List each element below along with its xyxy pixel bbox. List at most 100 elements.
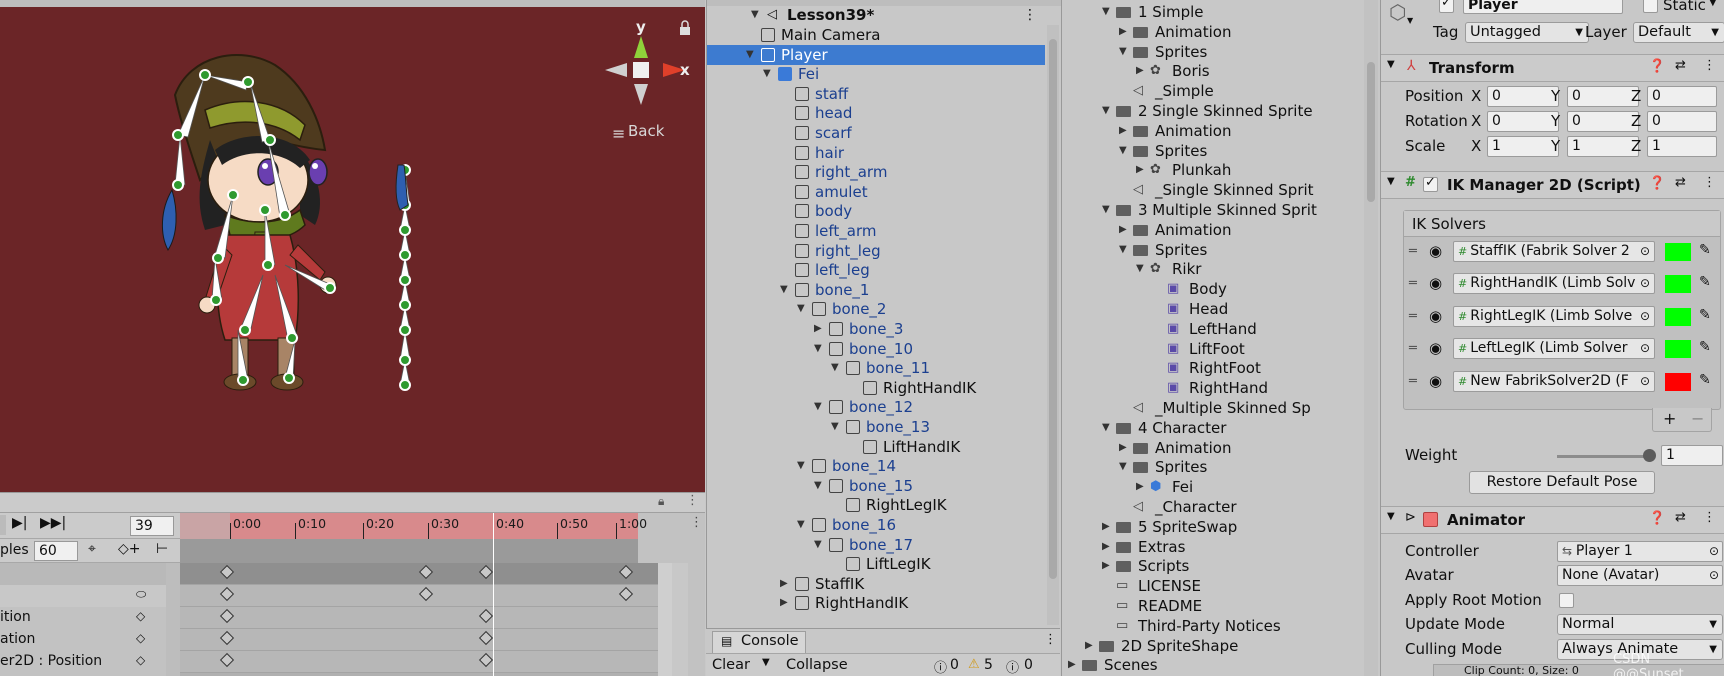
hierarchy-item[interactable]: ▶ RightHandIK	[707, 593, 1045, 613]
project-item[interactable]: ▣ LiftFoot	[1062, 339, 1362, 359]
drag-handle-icon[interactable]: ═	[1409, 244, 1417, 259]
keyframe-diamond[interactable]	[219, 564, 235, 580]
property-row[interactable]: ⬭	[0, 585, 166, 607]
expand-arrow-icon[interactable]: ▼	[1102, 418, 1110, 438]
help-icon[interactable]: ❓	[1649, 511, 1665, 526]
collapse-arrow-icon[interactable]: ▶	[1102, 537, 1110, 557]
rotation-y-field[interactable]: 0	[1567, 111, 1639, 132]
more-menu-icon[interactable]: ⋮	[686, 493, 699, 508]
tag-dropdown[interactable]: Untagged ▼	[1465, 22, 1589, 43]
ik-solver-field[interactable]: # RightHandIK (Limb Solv ⊙	[1453, 273, 1655, 295]
ik-solver-row[interactable]: ═ ◉ # New FabrikSolver2D (F ⊙ ✎	[1403, 370, 1723, 400]
scene-canvas[interactable]: y x	[0, 0, 705, 492]
property-row[interactable]: er2D : Position ◇	[0, 651, 166, 673]
collapse-arrow-icon[interactable]: ▼	[1387, 59, 1395, 70]
update-mode-dropdown[interactable]: Normal ▼	[1557, 614, 1723, 635]
scene-view[interactable]: y x ≡ Back	[0, 0, 705, 492]
lock-icon[interactable]: 🔒︎	[658, 494, 664, 509]
scale-z-field[interactable]: 1	[1647, 136, 1717, 157]
restore-default-pose-button[interactable]: Restore Default Pose	[1469, 471, 1655, 494]
hierarchy-item[interactable]: ▶ bone_3	[707, 319, 1045, 339]
hierarchy-item[interactable]: ▼ Fei	[707, 64, 1045, 84]
eye-icon[interactable]: ◉	[1429, 339, 1442, 357]
project-scrollbar[interactable]	[1364, 0, 1378, 676]
hierarchy-item[interactable]: LiftHandIK	[707, 437, 1045, 457]
error-icon[interactable]: ⓘ	[934, 657, 947, 676]
project-item[interactable]: ▼ 2 Single Skinned Sprite	[1062, 101, 1362, 121]
weight-slider-handle[interactable]	[1643, 449, 1656, 462]
object-picker-icon[interactable]: ⊙	[1709, 566, 1719, 585]
ik-solver-field[interactable]: # StaffIK (Fabrik Solver 2 ⊙	[1453, 241, 1655, 262]
expand-arrow-icon[interactable]: ▼	[780, 280, 788, 300]
hierarchy-item[interactable]: Main Camera	[707, 25, 1045, 45]
expand-arrow-icon[interactable]: ▼	[814, 535, 822, 555]
info-icon[interactable]: ⓘ	[1006, 657, 1019, 676]
static-dropdown-icon[interactable]: ▼	[1709, 0, 1717, 8]
project-item[interactable]: ▭ README	[1062, 596, 1362, 616]
enabled-checkbox[interactable]	[1423, 512, 1438, 527]
avatar-field[interactable]: None (Avatar) ⊙	[1557, 565, 1723, 586]
keyframe-diamond[interactable]	[219, 608, 235, 624]
collapse-arrow-icon[interactable]: ▶	[814, 319, 822, 339]
eyedropper-icon[interactable]: ✎	[1699, 242, 1711, 258]
expand-arrow-icon[interactable]: ▼	[797, 299, 805, 319]
collapse-arrow-icon[interactable]: ▶	[1085, 636, 1093, 656]
collapse-arrow-icon[interactable]: ▶	[1068, 655, 1076, 675]
hierarchy-item[interactable]: ▼ bone_12	[707, 397, 1045, 417]
help-icon[interactable]: ❓	[1649, 176, 1665, 191]
drag-handle-icon[interactable]: ═	[1409, 276, 1417, 291]
keyframe-toggle-icon[interactable]: ◇	[136, 609, 145, 623]
icon-dropdown-icon[interactable]: ▼	[1407, 16, 1413, 25]
ik-solver-field[interactable]: # RightLegIK (Limb Solve ⊙	[1453, 305, 1655, 327]
collapse-arrow-icon[interactable]: ▼	[1387, 511, 1395, 522]
hierarchy-item[interactable]: left_arm	[707, 221, 1045, 241]
back-button[interactable]: Back	[628, 122, 664, 140]
property-row[interactable]: ition ◇	[0, 607, 166, 629]
clear-button[interactable]: Clear	[712, 657, 750, 673]
preset-icon[interactable]: ⇄	[1675, 510, 1686, 525]
add-keyframe-icon[interactable]: ◇+	[118, 541, 141, 557]
project-item[interactable]: ▶ Extras	[1062, 537, 1362, 557]
keyframe-diamond[interactable]	[219, 586, 235, 602]
hierarchy-scrollbar[interactable]	[1047, 25, 1059, 625]
hierarchy-item[interactable]: LiftLegIK	[707, 554, 1045, 574]
expand-arrow-icon[interactable]: ▼	[1119, 141, 1127, 161]
keyframe-diamond[interactable]	[418, 586, 434, 602]
next-frame-icon[interactable]: ▶|	[12, 515, 27, 531]
project-item[interactable]: ▶ 2D SpriteShape	[1062, 636, 1362, 656]
keyframe-diamond[interactable]	[478, 564, 494, 580]
hierarchy-item[interactable]: RightLegIK	[707, 495, 1045, 515]
project-item[interactable]: ▶ Scripts	[1062, 556, 1362, 576]
ik-solver-row[interactable]: ═ ◉ # RightLegIK (Limb Solve ⊙ ✎	[1403, 305, 1723, 335]
clear-dropdown-icon[interactable]: ▼	[762, 657, 770, 668]
playhead[interactable]	[493, 513, 494, 676]
scroll-thumb[interactable]	[1367, 62, 1375, 202]
project-item[interactable]: ▶ ✿ Boris	[1062, 61, 1362, 81]
hierarchy-item[interactable]: amulet	[707, 182, 1045, 202]
project-item[interactable]: ◁ _Single Skinned Sprit	[1062, 180, 1362, 200]
hierarchy-item[interactable]: ▼ Player	[707, 44, 1045, 65]
keyframe-diamond[interactable]	[478, 652, 494, 668]
hierarchy-item[interactable]: ▼ bone_15	[707, 476, 1045, 496]
hierarchy-item[interactable]: ▼ bone_1	[707, 280, 1045, 300]
object-picker-icon[interactable]: ⊙	[1639, 306, 1650, 326]
property-row[interactable]: ation ◇	[0, 629, 166, 651]
project-item[interactable]: ▭ LICENSE	[1062, 576, 1362, 596]
hierarchy-item[interactable]: RightHandIK	[707, 378, 1045, 398]
project-item[interactable]: ▼ 1 Simple	[1062, 2, 1362, 22]
add-solver-button[interactable]: +	[1663, 409, 1676, 428]
collapse-arrow-icon[interactable]: ▼	[1387, 176, 1395, 187]
collapse-arrow-icon[interactable]: ▶	[1102, 556, 1110, 576]
keyframe-toggle-icon[interactable]: ◇	[136, 653, 145, 667]
expand-arrow-icon[interactable]: ▼	[1102, 101, 1110, 121]
eyedropper-icon[interactable]: ✎	[1699, 307, 1711, 323]
more-menu-icon[interactable]: ⋮	[1703, 175, 1716, 190]
project-item[interactable]: ▼ Sprites	[1062, 457, 1362, 477]
hierarchy-item[interactable]: head	[707, 103, 1045, 123]
project-item[interactable]: ▼ Sprites	[1062, 240, 1362, 260]
hierarchy-item[interactable]: ▶ StaffIK	[707, 574, 1045, 594]
project-item[interactable]: ▶ Animation	[1062, 220, 1362, 240]
object-picker-icon[interactable]: ⊙	[1639, 274, 1650, 294]
hierarchy-item[interactable]: ▼ bone_10	[707, 339, 1045, 359]
transform-header[interactable]: ▼ ⅄ Transform ❓ ⇄ ⋮	[1381, 54, 1724, 82]
